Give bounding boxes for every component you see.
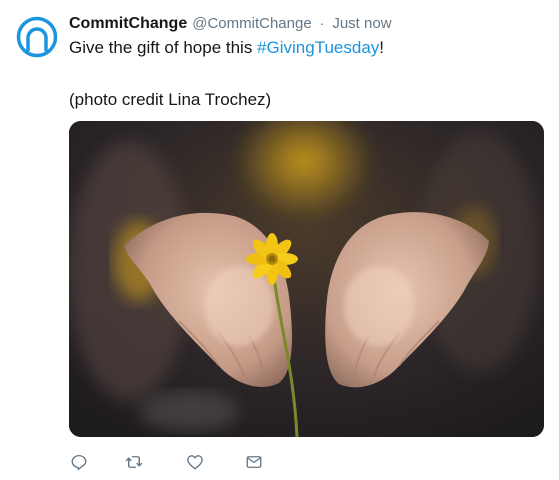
tweet-header: CommitChange @CommitChange · Just now [69, 13, 392, 34]
hands-flower-photo [69, 121, 544, 437]
tweet: CommitChange @CommitChange · Just now Give … [0, 0, 559, 480]
retweet-icon [125, 456, 143, 468]
commitchange-logo-icon [16, 16, 58, 58]
photo-credit: (photo credit Lina Trochez) [69, 90, 272, 109]
avatar[interactable] [16, 16, 58, 58]
author-name[interactable]: CommitChange [69, 15, 187, 32]
retweet-button[interactable] [124, 452, 144, 472]
like-icon [187, 455, 203, 470]
timestamp[interactable]: Just now [332, 15, 391, 32]
reply-button[interactable] [69, 452, 89, 472]
direct-message-icon [246, 456, 262, 468]
author-handle[interactable]: @CommitChange [192, 15, 311, 32]
tweet-text-end: ! [379, 38, 385, 57]
like-button[interactable] [185, 452, 205, 472]
header-separator: · [319, 15, 325, 31]
direct-message-button[interactable] [244, 452, 264, 472]
reply-icon [71, 454, 87, 471]
tweet-text: Give the gift of hope this #GivingTuesda… [69, 37, 549, 59]
tweet-actions [69, 450, 262, 474]
hashtag-link[interactable]: #GivingTuesday [257, 38, 379, 57]
tweet-text-body: Give the gift of hope this [69, 38, 258, 57]
tweet-photo[interactable] [69, 121, 544, 437]
